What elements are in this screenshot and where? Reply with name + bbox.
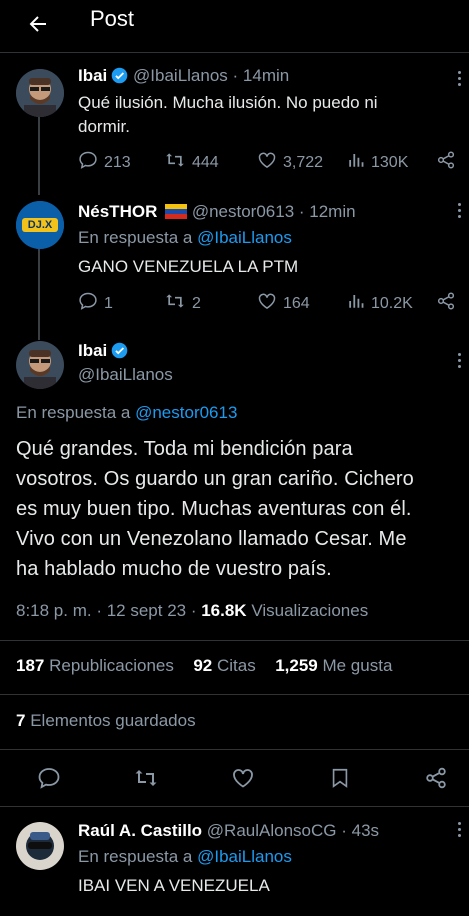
- like-action[interactable]: 164: [257, 291, 310, 316]
- reply-button[interactable]: [37, 766, 61, 795]
- heart-icon: [231, 766, 255, 795]
- reply-to-link[interactable]: @IbaiLlanos: [197, 228, 292, 247]
- likes-stat[interactable]: 1,259 Me gusta: [275, 656, 392, 675]
- tweet-header: Raúl A. Castillo @RaulAlonsoCG · 43s: [78, 821, 379, 841]
- reply-icon: [78, 150, 98, 175]
- top-bar: Post: [0, 0, 469, 53]
- views-count: 16.8K: [201, 601, 247, 620]
- reply-action[interactable]: 1: [78, 291, 113, 316]
- like-button[interactable]: [231, 766, 255, 795]
- author-name[interactable]: Ibai: [78, 66, 107, 85]
- reply-context: En respuesta a @nestor0613: [16, 403, 238, 422]
- divider: [0, 694, 469, 695]
- author-name[interactable]: NésTHOR: [78, 202, 157, 221]
- heart-icon: [257, 150, 277, 175]
- retweet-icon: [164, 291, 186, 316]
- tweet-text: GANO VENEZUELA LA PTM: [78, 257, 299, 276]
- avatar-logo-text: DJ.X: [27, 219, 53, 231]
- tweet-time: · 43s: [341, 821, 380, 840]
- views-label: Visualizaciones: [251, 601, 369, 620]
- avatar-ibai[interactable]: [16, 69, 64, 117]
- more-options-icon[interactable]: [456, 68, 462, 90]
- tweet-text: IBAI VEN A VENEZUELA: [78, 876, 270, 895]
- retweet-action[interactable]: 2: [164, 291, 201, 316]
- retweet-icon: [164, 150, 186, 175]
- divider: [0, 749, 469, 750]
- reply-to-link[interactable]: @nestor0613: [135, 403, 237, 422]
- author-handle[interactable]: @RaulAlonsoCG: [207, 821, 337, 840]
- views-action[interactable]: 130K: [347, 150, 408, 175]
- retweet-action[interactable]: 444: [164, 150, 219, 175]
- verified-badge-icon: [111, 342, 128, 364]
- reply-to-link[interactable]: @IbaiLlanos: [197, 847, 292, 866]
- reply-action[interactable]: 213: [78, 150, 131, 175]
- divider: [0, 640, 469, 641]
- more-options-icon[interactable]: [456, 350, 462, 372]
- engagement-stats: 187 Republicaciones 92 Citas 1,259 Me gu…: [16, 656, 392, 676]
- quotes-stat[interactable]: 92 Citas: [193, 656, 255, 675]
- tweet-time: · 12min: [298, 202, 356, 221]
- main-tweet-text: Qué grandes. Toda mi bendición para voso…: [16, 438, 414, 580]
- bookmarks-stat[interactable]: 7 Elementos guardados: [16, 711, 196, 731]
- tweet-time: · 14min: [232, 66, 290, 85]
- views-chart-icon: [347, 291, 365, 316]
- share-icon[interactable]: [436, 150, 456, 170]
- more-options-icon[interactable]: [456, 200, 462, 222]
- author-name[interactable]: Ibai: [78, 341, 107, 360]
- heart-icon: [257, 291, 277, 316]
- reposts-stat[interactable]: 187 Republicaciones: [16, 656, 174, 675]
- divider: [0, 806, 469, 807]
- like-action[interactable]: 3,722: [257, 150, 323, 175]
- views-action[interactable]: 10.2K: [347, 291, 413, 316]
- avatar-ibai[interactable]: [16, 341, 64, 389]
- bookmark-icon: [329, 766, 351, 795]
- thread-connector: [38, 248, 40, 340]
- reply-icon: [78, 291, 98, 316]
- share-icon[interactable]: [436, 291, 456, 311]
- tweet-text: Qué ilusión. Mucha ilusión. No puedo ni …: [78, 93, 378, 136]
- retweet-button[interactable]: [133, 766, 159, 795]
- more-options-icon[interactable]: [456, 819, 462, 841]
- reply-context: En respuesta a @IbaiLlanos: [78, 847, 292, 866]
- tweet-header: NésTHOR @nestor0613 · 12min: [78, 202, 356, 224]
- back-arrow-icon[interactable]: [20, 6, 56, 42]
- venezuela-flag-icon: [165, 204, 188, 224]
- avatar-nesthor[interactable]: DJ.X: [16, 201, 64, 249]
- tweet-timestamp[interactable]: 8:18 p. m. · 12 sept 23 ·: [16, 601, 196, 620]
- main-author-name-row: Ibai: [78, 341, 128, 364]
- author-handle[interactable]: @IbaiLlanos: [133, 66, 228, 85]
- retweet-icon: [133, 766, 159, 795]
- author-handle[interactable]: @nestor0613: [192, 202, 294, 221]
- reply-icon: [37, 766, 61, 795]
- verified-badge-icon: [111, 67, 128, 89]
- avatar-raul[interactable]: [16, 822, 64, 870]
- views-chart-icon: [347, 150, 365, 175]
- reply-context: En respuesta a @IbaiLlanos: [78, 228, 292, 247]
- share-icon: [424, 766, 448, 795]
- share-button[interactable]: [424, 766, 448, 795]
- author-handle[interactable]: @IbaiLlanos: [78, 365, 173, 385]
- author-name[interactable]: Raúl A. Castillo: [78, 821, 202, 840]
- tweet-metadata: 8:18 p. m. · 12 sept 23 · 16.8K Visualiz…: [16, 601, 368, 621]
- bookmark-button[interactable]: [329, 766, 351, 795]
- thread-connector: [38, 117, 40, 195]
- tweet-header: Ibai @IbaiLlanos · 14min: [78, 66, 289, 89]
- page-title: Post: [90, 6, 135, 31]
